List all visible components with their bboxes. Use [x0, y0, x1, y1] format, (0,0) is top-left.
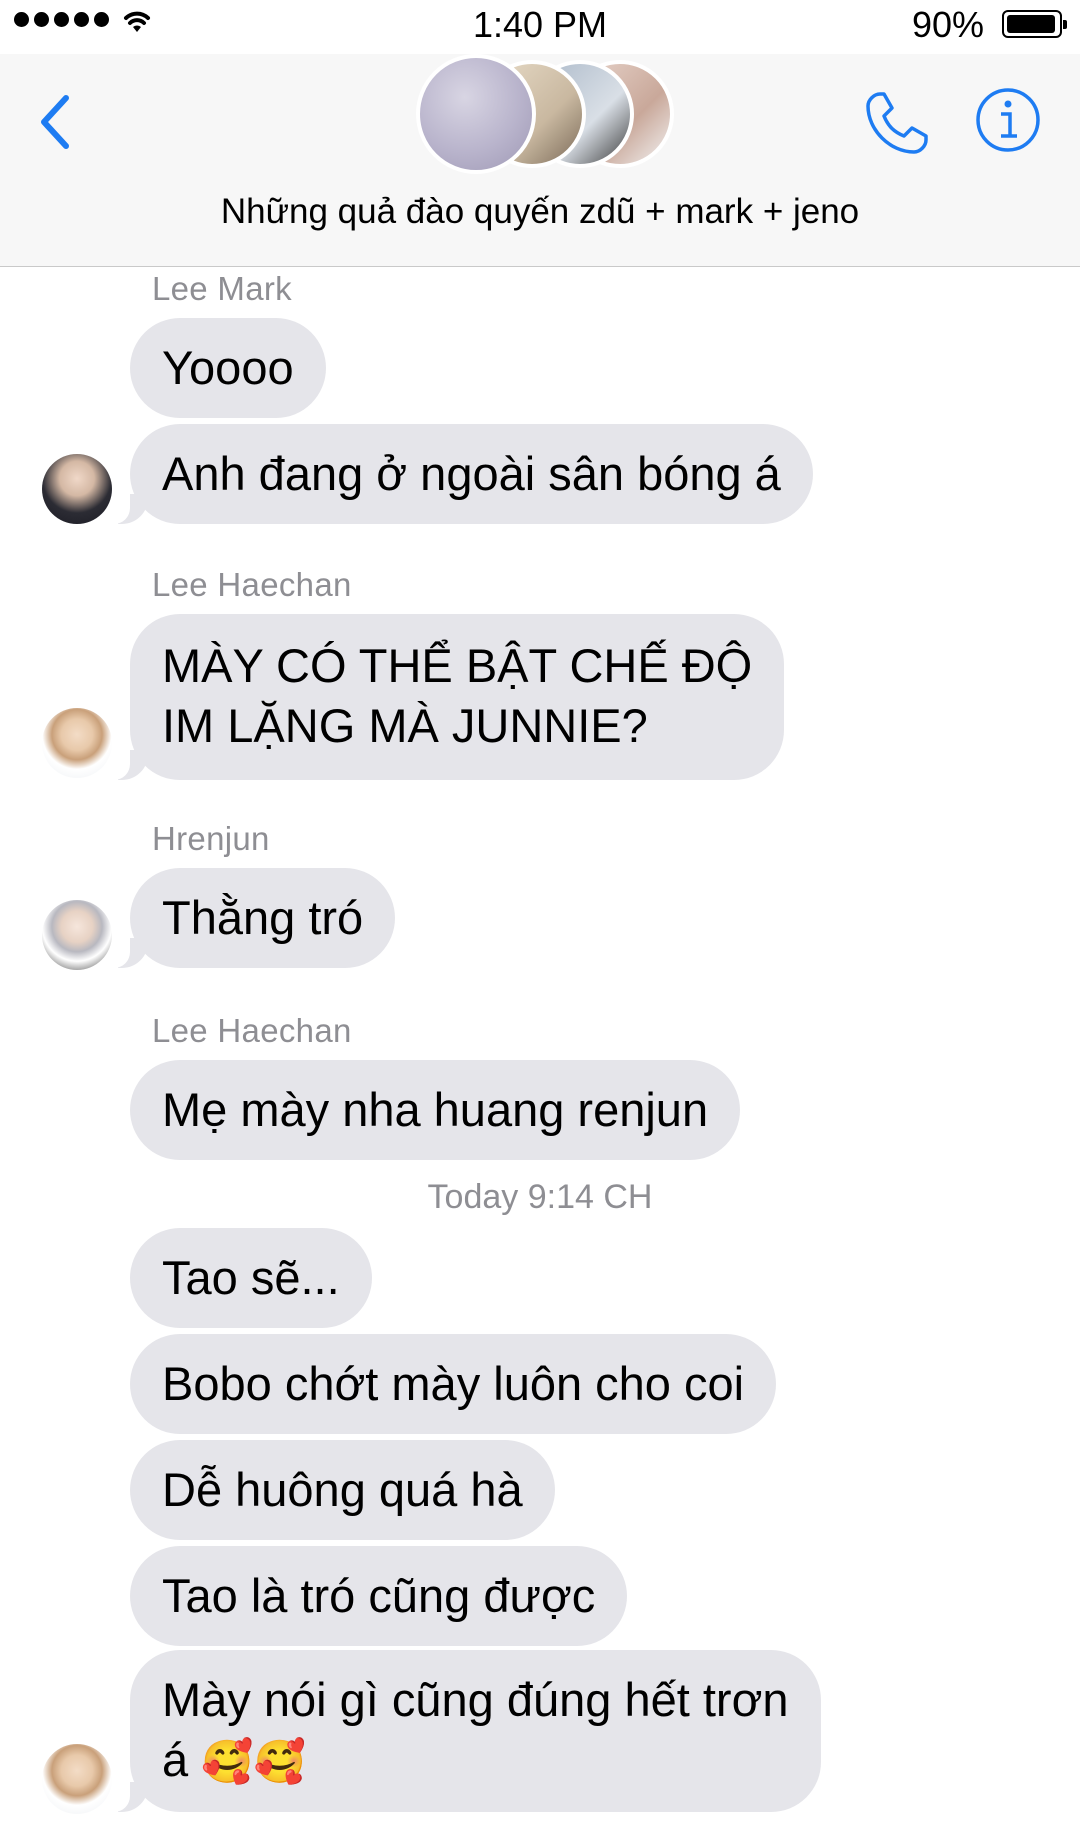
back-button[interactable] — [30, 84, 90, 156]
phone-icon — [866, 92, 928, 154]
sender-avatar[interactable] — [42, 454, 112, 524]
conversation-header: Những quả đào quyến zdũ + mark + jeno — [0, 54, 1080, 267]
message-bubble[interactable]: Anh đang ở ngoài sân bóng á — [106, 424, 813, 524]
smiling-face-with-hearts-emoji: 🥰🥰 — [201, 1738, 306, 1785]
message-bubble[interactable]: Mày nói gì cũng đúng hết trơn á 🥰🥰 — [106, 1650, 821, 1812]
message-line: á 🥰🥰 — [162, 1730, 789, 1792]
message-bubble[interactable]: Yoooo — [130, 318, 326, 418]
message-bubble[interactable]: Thằng tró — [105, 868, 396, 968]
sender-avatar[interactable] — [42, 1744, 112, 1814]
message-timestamp: Today 9:14 CH — [427, 1178, 653, 1216]
sender-name: Lee Haechan — [152, 566, 352, 603]
sender-name: Lee Haechan — [152, 1012, 352, 1049]
info-button[interactable] — [972, 84, 1044, 156]
sender-name: Hrenjun — [152, 820, 270, 857]
back-chevron-icon — [41, 95, 69, 149]
group-member-avatar — [416, 54, 536, 174]
message-bubble[interactable]: Mẹ mày nha huang renjun — [130, 1060, 741, 1160]
message-bubble[interactable]: MÀY CÓ THỂ BẬT CHẾ ĐỘ IM LẶNG MÀ JUNNIE? — [105, 614, 785, 780]
message-bubble[interactable]: Dễ huông quá hà — [130, 1440, 555, 1540]
message-line: IM LẶNG MÀ JUNNIE? — [162, 699, 648, 752]
message-bubble[interactable]: Tao sẽ... — [130, 1228, 372, 1328]
group-avatar-stack[interactable] — [416, 54, 674, 174]
conversation-title: Những quả đào quyến zdũ + mark + jeno — [220, 192, 860, 231]
battery-percentage: 90% — [911, 4, 984, 45]
sender-avatar[interactable] — [42, 708, 112, 778]
message-bubble[interactable]: Tao là tró cũng được — [130, 1546, 628, 1646]
message-line: Mày nói gì cũng đúng hết trơn — [162, 1673, 789, 1726]
sender-name: Lee Mark — [152, 270, 292, 307]
status-bar: 1:40 PM 90% — [0, 0, 1080, 54]
battery-icon — [1002, 10, 1067, 38]
sender-avatar[interactable] — [42, 900, 112, 970]
message-line: MÀY CÓ THỂ BẬT CHẾ ĐỘ — [162, 639, 753, 692]
info-icon — [976, 88, 1040, 152]
message-text: á — [162, 1733, 189, 1786]
call-button[interactable] — [860, 84, 936, 160]
message-bubble[interactable]: Bobo chớt mày luôn cho coi — [130, 1334, 777, 1434]
